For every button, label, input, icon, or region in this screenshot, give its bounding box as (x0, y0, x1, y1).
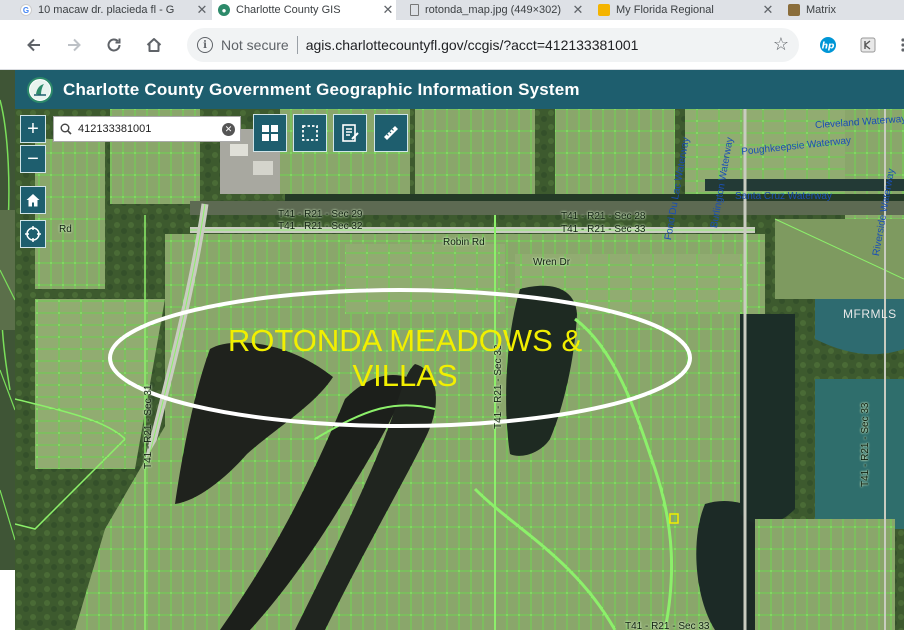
home-button[interactable] (142, 33, 166, 57)
map-view[interactable]: T41 - R21 - Sec 29 T41 - R21 - Sec 32 T4… (15, 109, 904, 630)
clear-search-icon[interactable]: ✕ (222, 123, 235, 136)
parcel-search-input[interactable] (78, 123, 218, 135)
tab-title: Charlotte County GIS (236, 4, 341, 16)
zoom-out-button[interactable]: − (20, 145, 46, 173)
app-title: Charlotte County Government Geographic I… (63, 79, 580, 99)
reload-button[interactable] (102, 33, 126, 57)
forward-button[interactable] (62, 33, 86, 57)
mfr-icon (598, 4, 610, 16)
section-label: T41 - R21 - Sec 29 (278, 209, 363, 220)
tab-matrix[interactable]: Matrix (782, 0, 904, 20)
county-seal-icon: ● (218, 4, 230, 16)
matrix-icon (788, 4, 800, 16)
url-text[interactable]: agis.charlottecountyfl.gov/ccgis/?acct=4… (306, 37, 639, 53)
home-icon (146, 38, 162, 52)
extension-icon[interactable] (858, 35, 878, 55)
tab-rotonda-map-image[interactable]: rotonda_map.jpg (449×302) ✕ (404, 0, 586, 20)
parcel-search-box[interactable]: ✕ (53, 116, 241, 142)
info-icon[interactable]: i (197, 37, 213, 53)
road-label-robin: Robin Rd (443, 237, 485, 248)
section-label: T41 - R21 - Sec 33 (860, 402, 871, 487)
road-label-wren: Wren Dr (533, 257, 571, 268)
star-icon[interactable]: ☆ (773, 34, 789, 55)
county-seal-logo (27, 76, 53, 103)
basemap-gallery-button[interactable] (253, 114, 287, 152)
divider (296, 36, 298, 54)
zoom-in-button[interactable]: + (20, 115, 46, 143)
mls-watermark: MFRMLS (843, 307, 897, 321)
ruler-icon (384, 126, 398, 140)
app-header: Charlotte County Government Geographic I… (15, 70, 904, 109)
home-icon (26, 194, 40, 207)
plus-icon: + (27, 117, 39, 140)
tab-title: 10 macaw dr. placieda fl - G (38, 4, 175, 16)
search-icon (60, 123, 72, 135)
menu-icon[interactable] (893, 35, 904, 55)
waterway-label: Santa Cruz Waterway (735, 191, 832, 202)
svg-text:hp: hp (822, 42, 835, 52)
selection-box-icon (302, 125, 318, 141)
section-label: T41 - R21 - Sec 33 (561, 224, 646, 235)
close-icon[interactable]: ✕ (380, 2, 396, 18)
tab-title: rotonda_map.jpg (449×302) (425, 4, 562, 16)
locate-icon (25, 226, 41, 242)
grid-icon (262, 125, 278, 141)
reload-icon (107, 38, 121, 52)
overlay-title-line2: VILLAS (352, 358, 458, 393)
close-icon[interactable]: ✕ (194, 2, 210, 18)
security-status[interactable]: Not secure (221, 37, 289, 53)
measure-button[interactable] (374, 114, 408, 152)
page-icon (410, 4, 419, 16)
tab-title: My Florida Regional (616, 4, 714, 16)
close-icon[interactable]: ✕ (760, 2, 776, 18)
tab-google-search[interactable]: G 10 macaw dr. placieda fl - G ✕ (14, 0, 210, 20)
arrow-left-icon (27, 38, 40, 52)
browser-tab-strip: G 10 macaw dr. placieda fl - G ✕ ● Charl… (0, 0, 904, 20)
edit-document-icon (342, 124, 359, 142)
minus-icon: − (27, 147, 39, 170)
address-bar[interactable]: i Not secure agis.charlottecountyfl.gov/… (187, 28, 799, 62)
back-button[interactable] (22, 33, 46, 57)
left-panel-strip (0, 70, 15, 630)
browser-toolbar: i Not secure agis.charlottecountyfl.gov/… (0, 20, 904, 70)
locate-button[interactable] (20, 220, 46, 248)
hp-extension-icon[interactable]: hp (818, 35, 838, 55)
close-icon[interactable]: ✕ (570, 2, 586, 18)
section-label: T41 - R21 - Sec 31 (143, 384, 154, 469)
google-icon: G (20, 4, 32, 16)
tab-title: Matrix (806, 4, 836, 16)
tab-my-florida-regional[interactable]: My Florida Regional ✕ (592, 0, 776, 20)
section-label: T41 - R21 - Sec 28 (561, 211, 646, 222)
tab-charlotte-county-gis[interactable]: ● Charlotte County GIS ✕ (212, 0, 396, 20)
select-area-button[interactable] (293, 114, 327, 152)
road-label-left: Rd (59, 224, 72, 235)
report-button[interactable] (333, 114, 367, 152)
section-label: T41 - R21 - Sec 32 (278, 221, 363, 232)
overlay-title-line1: ROTONDA MEADOWS & (227, 323, 583, 358)
section-label: T41 - R21 - Sec 33 (625, 621, 710, 630)
home-extent-button[interactable] (20, 186, 46, 214)
arrow-right-icon (68, 38, 81, 52)
